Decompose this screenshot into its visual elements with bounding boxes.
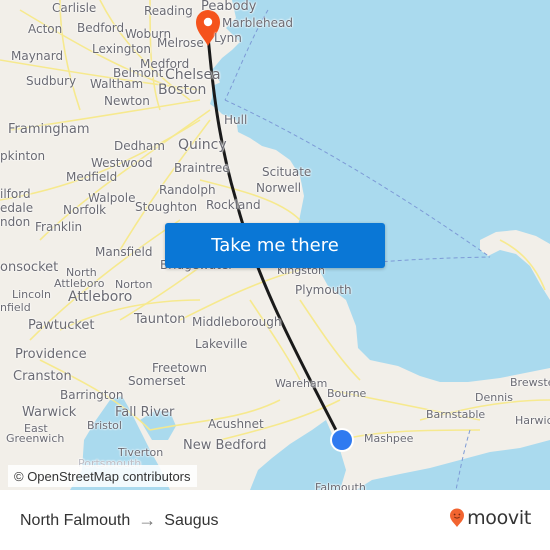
route-summary: North Falmouth → Saugus [20, 510, 219, 531]
place-label: Framingham [8, 122, 90, 137]
place-label: pkinton [0, 149, 46, 163]
place-label: Lynn [214, 31, 242, 45]
place-label: Mansfield [95, 245, 153, 259]
place-label: Dennis [475, 391, 513, 404]
place-label: Lincoln [12, 288, 51, 301]
place-label: Franklin [35, 220, 83, 234]
place-label: Bedford [77, 21, 125, 35]
place-label: Melrose [157, 36, 204, 50]
place-label: Acushnet [208, 417, 264, 431]
place-label: Middleborough [192, 315, 282, 329]
place-label: Boston [158, 82, 207, 98]
place-label: Randolph [159, 183, 216, 197]
place-label: Marblehead [222, 16, 293, 30]
place-label: Plymouth [295, 283, 352, 297]
place-label: New Bedford [183, 438, 267, 453]
place-label: Hull [224, 113, 248, 127]
place-label: Lakeville [195, 337, 248, 351]
place-label: Braintree [174, 161, 230, 175]
place-label: Falmouth [315, 481, 366, 490]
place-label: Cranston [13, 369, 72, 384]
place-label: Carlisle [52, 1, 97, 15]
origin-label: North Falmouth [20, 511, 131, 529]
place-label: onsocket [0, 260, 59, 275]
attribution-text: © OpenStreetMap contributors [14, 468, 191, 484]
place-label: Norfolk [63, 203, 107, 217]
place-label: Taunton [134, 312, 186, 327]
place-label: Pawtucket [28, 318, 95, 333]
place-label: Acton [28, 22, 63, 36]
moovit-logo[interactable]: moovit [449, 507, 531, 529]
place-label: Greenwich [6, 432, 65, 445]
place-label: Warwick [22, 405, 77, 420]
place-label: Stoughton [135, 200, 198, 214]
place-label: Chelsea [165, 67, 221, 83]
place-label: Maynard [11, 49, 64, 63]
footer-bar: North Falmouth → Saugus moovit [0, 490, 550, 550]
take-me-there-button[interactable]: Take me there [165, 223, 385, 268]
place-label: Waltham [90, 77, 144, 91]
place-label: edale [0, 201, 34, 215]
place-label: Brewster [510, 376, 550, 389]
place-label: Lexington [92, 42, 151, 56]
brand-name: moovit [467, 507, 531, 529]
place-label: Bourne [327, 387, 367, 400]
place-label: nfield [0, 301, 31, 314]
place-label: Newton [104, 94, 150, 108]
place-label: Fall River [115, 405, 175, 420]
place-label: Dedham [114, 139, 165, 153]
place-label: Rockland [206, 198, 261, 212]
place-label: Norwell [256, 181, 302, 195]
destination-label: Saugus [164, 511, 219, 529]
place-label: Barrington [60, 388, 124, 402]
place-label: Peabody [201, 0, 257, 14]
map-attribution[interactable]: © OpenStreetMap contributors [8, 465, 197, 487]
place-label: ilford [0, 187, 31, 201]
place-label: Bristol [87, 419, 122, 432]
place-label: Westwood [91, 156, 153, 170]
place-label: Mashpee [364, 432, 414, 445]
moovit-pin-icon [450, 508, 465, 527]
arrow-right-icon: → [138, 510, 157, 530]
place-label: Attleboro [68, 289, 133, 305]
place-label: Quincy [178, 137, 227, 153]
place-label: Freetown [152, 361, 207, 375]
place-label: Medfield [66, 170, 118, 184]
place-label: Scituate [262, 165, 312, 179]
place-label: Harwic [515, 414, 550, 427]
origin-dot-icon[interactable] [330, 428, 354, 452]
place-label: Attleboro [54, 277, 105, 290]
place-label: ndon [0, 215, 31, 229]
place-label: Barnstable [426, 408, 486, 421]
place-label: Providence [15, 347, 87, 362]
place-label: Sudbury [26, 74, 77, 88]
place-label: Somerset [128, 374, 186, 388]
map-view[interactable]: Carlisle Reading Peabody Marblehead Acto… [0, 0, 550, 490]
place-label: Wareham [275, 377, 328, 390]
place-label: Reading [144, 4, 193, 18]
